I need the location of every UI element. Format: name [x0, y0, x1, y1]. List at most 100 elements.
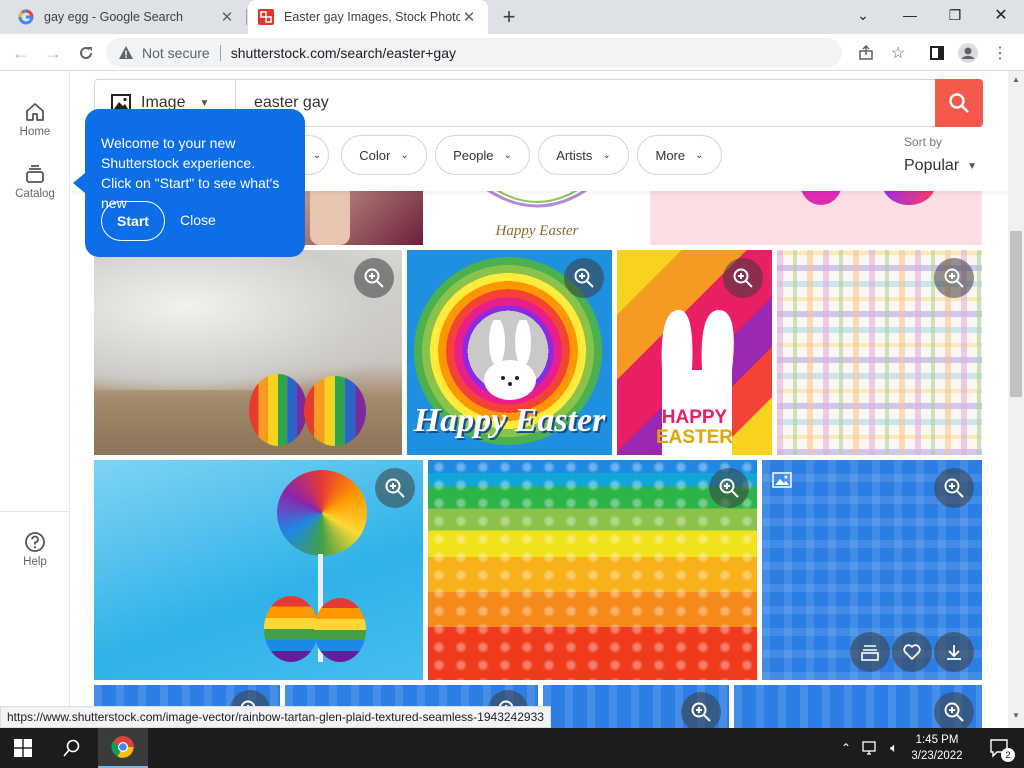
image-tile-blue-plaid[interactable] [762, 460, 982, 680]
rainbow-egg [304, 376, 366, 446]
zoom-icon[interactable] [564, 258, 604, 298]
browser-toolbar: ← → Not secure shutterstock.com/search/e… [0, 34, 1024, 71]
image-tile[interactable] [734, 685, 982, 728]
link-status-bar: https://www.shutterstock.com/image-vecto… [0, 706, 551, 728]
sort-label: Sort by [904, 135, 943, 149]
tray-expand-icon[interactable]: ⌃ [836, 728, 856, 768]
nav-catalog-label: Catalog [15, 188, 55, 200]
new-tab-button[interactable]: + [496, 4, 522, 30]
close-tab-icon[interactable]: ✕ [218, 8, 236, 26]
side-panel-icon[interactable] [927, 43, 947, 63]
sort-value: Popular [904, 157, 960, 174]
share-icon[interactable] [856, 43, 876, 63]
chevron-down-icon: ⌄ [503, 149, 512, 161]
url-text: shutterstock.com/search/easter+gay [230, 44, 456, 61]
search-input[interactable]: easter gay [236, 94, 935, 112]
vector-image-icon [772, 472, 792, 493]
zoom-icon[interactable] [681, 692, 721, 728]
download-icon[interactable] [934, 632, 974, 672]
image-tile[interactable] [543, 685, 729, 728]
address-separator [219, 44, 221, 61]
tab-search-icon[interactable]: ⌄ [840, 0, 886, 30]
tab-title: gay egg - Google Search [44, 10, 183, 24]
zoom-icon[interactable] [934, 258, 974, 298]
zoom-icon[interactable] [709, 468, 749, 508]
filter-people[interactable]: People ⌄ [435, 135, 530, 175]
tab-google-search[interactable]: gay egg - Google Search ✕ [8, 0, 246, 34]
chevron-down-icon: ⌄ [602, 149, 611, 161]
image-tile-happy-easter-bunny[interactable]: Happy Easter [407, 250, 612, 455]
warning-icon[interactable] [118, 45, 134, 61]
clock[interactable]: 1:45 PM 3/23/2022 [900, 732, 974, 764]
zoom-icon[interactable] [934, 692, 974, 728]
scroll-up-icon[interactable]: ▲ [1012, 75, 1020, 84]
caret-down-icon: ▼ [967, 160, 978, 172]
search-icon [949, 93, 969, 113]
onboarding-tooltip: Welcome to your new Shutterstock experie… [73, 109, 305, 257]
image-tile-bunny-happy-easter[interactable]: HAPPY EASTER [617, 250, 772, 455]
reload-icon[interactable] [73, 40, 99, 66]
back-icon[interactable]: ← [8, 40, 34, 66]
nav-catalog[interactable]: Catalog [0, 163, 70, 200]
chrome-taskbar-icon[interactable] [98, 728, 148, 768]
restore-icon[interactable]: ❐ [932, 0, 978, 30]
zoom-icon[interactable] [934, 468, 974, 508]
tab-title: Easter gay Images, Stock Photos [284, 10, 460, 24]
page-scrollbar[interactable]: ▲ ▼ [1008, 71, 1024, 728]
rainbow-egg [314, 598, 366, 662]
forward-icon[interactable]: → [40, 40, 66, 66]
tab-separator [246, 9, 247, 25]
image-tile-rainbow-eggs-field[interactable] [428, 460, 757, 680]
filter-label: Color [359, 147, 391, 163]
filter-label: People [453, 147, 494, 163]
google-icon [18, 9, 34, 25]
sort-dropdown[interactable]: Popular ▼ [904, 157, 977, 175]
nav-help[interactable]: Help [0, 531, 70, 568]
filter-more[interactable]: More ⌄ [637, 135, 722, 175]
home-icon [26, 103, 44, 121]
scroll-down-icon[interactable]: ▼ [1012, 711, 1020, 720]
zoom-icon[interactable] [375, 468, 415, 508]
nav-divider [0, 511, 70, 512]
search-icon[interactable] [48, 728, 96, 768]
chevron-down-icon: ⌄ [312, 149, 322, 161]
filter-artists[interactable]: Artists ⌄ [538, 135, 629, 175]
minimize-icon[interactable]: — [887, 0, 933, 30]
filter-color[interactable]: Color ⌄ [341, 135, 427, 175]
chevron-down-icon: ⌄ [695, 149, 704, 161]
nav-home[interactable]: Home [0, 101, 70, 138]
nav-home-label: Home [19, 126, 51, 138]
close-tab-icon[interactable]: ✕ [460, 8, 478, 26]
network-icon[interactable] [860, 728, 882, 768]
bookmark-star-icon[interactable]: ☆ [888, 43, 908, 63]
help-icon [25, 532, 45, 552]
notifications-icon[interactable]: 2 [980, 728, 1020, 768]
bunny-icon [484, 320, 536, 400]
favorite-heart-icon[interactable] [892, 632, 932, 672]
similar-images-icon[interactable] [850, 632, 890, 672]
chevron-down-icon: ⌄ [400, 149, 409, 161]
time-text: 1:45 PM [915, 734, 959, 746]
search-button[interactable] [935, 79, 983, 127]
lollipop-shape [277, 470, 367, 556]
image-tile-rainbow-tartan[interactable] [777, 250, 982, 455]
windows-start-icon[interactable] [0, 728, 46, 768]
tooltip-close-button[interactable]: Close [180, 212, 216, 228]
close-window-icon[interactable]: ✕ [978, 0, 1024, 30]
egg-texture [428, 460, 757, 680]
easter-word: EASTER [655, 427, 734, 448]
filter-label: Artists [556, 147, 593, 163]
tab-shutterstock[interactable]: Easter gay Images, Stock Photos ✕ [248, 0, 488, 34]
image-tile-rainbow-eggs[interactable] [94, 250, 402, 455]
profile-avatar-icon[interactable] [958, 43, 978, 63]
scroll-thumb[interactable] [1010, 231, 1022, 397]
tooltip-start-button[interactable]: Start [101, 201, 165, 241]
happy-word: HAPPY [661, 407, 728, 428]
image-tile-lollipop-eggs[interactable] [94, 460, 423, 680]
happy-easter-caption: Happy Easter [495, 223, 579, 239]
menu-kebab-icon[interactable]: ⋮ [990, 43, 1010, 63]
address-bar[interactable]: Not secure shutterstock.com/search/easte… [106, 38, 842, 67]
date-text: 3/23/2022 [911, 750, 963, 762]
zoom-icon[interactable] [723, 258, 763, 298]
zoom-icon[interactable] [354, 258, 394, 298]
